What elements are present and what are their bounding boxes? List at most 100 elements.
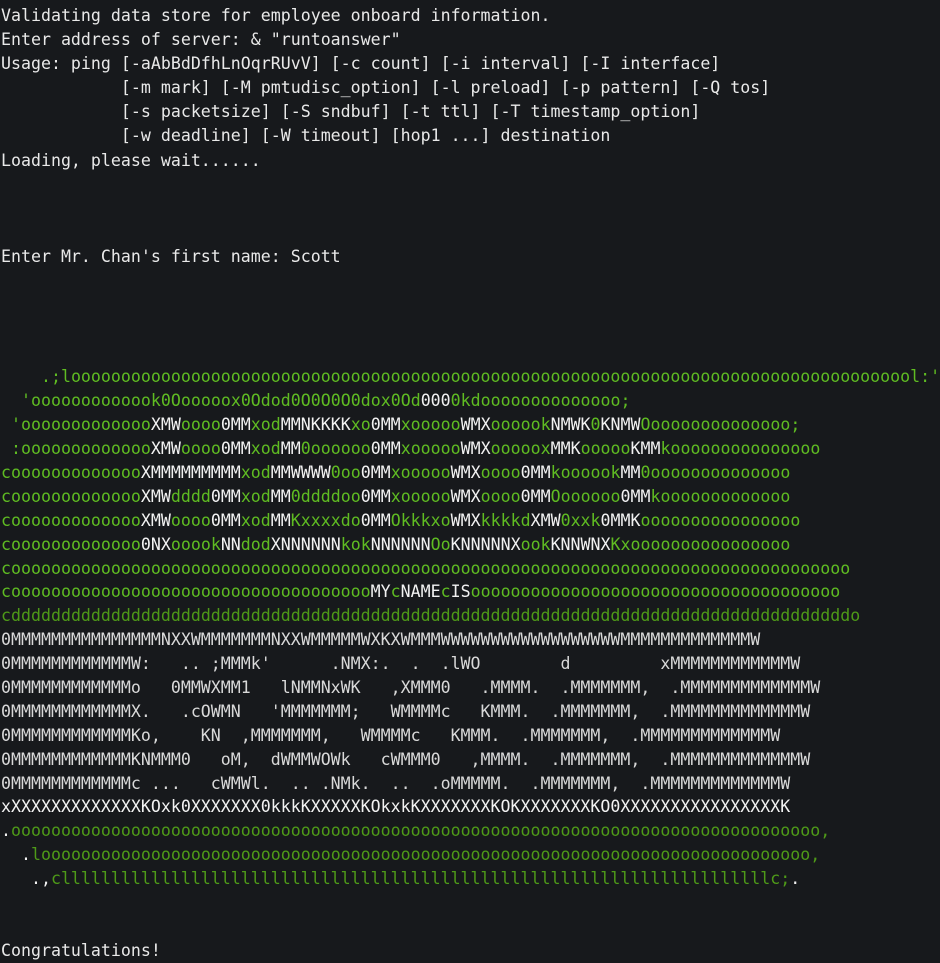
ascii-run: xod bbox=[240, 510, 271, 530]
ascii-run: . bbox=[1, 845, 31, 865]
ascii-run: x bbox=[230, 391, 241, 411]
ascii-art-row: cooooooooooooooooooooooooooooooooooooMYc… bbox=[0, 580, 940, 604]
ascii-run: oooooooooooooooooooooooooooooooooooo bbox=[11, 582, 371, 602]
ascii-run: oooook bbox=[490, 415, 551, 435]
output-line-usage-3: [-s packetsize] [-S sndbuf] [-t ttl] [-T… bbox=[1, 102, 701, 122]
ascii-run: oooooo bbox=[310, 439, 371, 459]
output-line-usage-2: [-m mark] [-M pmtudisc_option] [-l prelo… bbox=[1, 78, 771, 98]
ascii-art-row: cddddddddddddddddddddddddddddddddddddddd… bbox=[0, 604, 940, 628]
ascii-run: oooo bbox=[480, 462, 521, 482]
ascii-run: Kxoooooooooooooooo bbox=[610, 534, 791, 554]
ascii-run: oooo bbox=[480, 486, 521, 506]
ascii-run: xod bbox=[250, 439, 281, 459]
ascii-run: WMX bbox=[460, 439, 491, 459]
ascii-run: ooooooooooooooooooooooooooooooooooooo bbox=[470, 582, 841, 602]
ascii-art-row: cooooooooooooo0NXooookNNdodXNNNNNNkokNNN… bbox=[0, 533, 940, 557]
ascii-run: c bbox=[1, 606, 11, 626]
ascii-run: 0MMK bbox=[600, 510, 641, 530]
output-line-usage-4: [-w deadline] [-W timeout] [hop1 ...] de… bbox=[1, 126, 611, 146]
ascii-art-row: .;looooooooooooooooooooooooooooooooooooo… bbox=[0, 365, 940, 389]
prompt-value: Scott bbox=[290, 246, 341, 266]
ascii-run: KNNNNNX bbox=[450, 534, 521, 554]
ascii-run: dddd bbox=[170, 486, 211, 506]
ascii-art-row: .,clllllllllllllllllllllllllllllllllllll… bbox=[0, 867, 940, 891]
ascii-run: xod bbox=[240, 486, 271, 506]
ascii-run: koooook bbox=[550, 462, 621, 482]
ascii-run: 0MM bbox=[520, 486, 551, 506]
ascii-art-row: coooooooooooooXMWdddd0MMxodMM0ddddoo0MMx… bbox=[0, 485, 940, 509]
ascii-run: c bbox=[1, 462, 11, 482]
ascii-run: clllllllllllllllllllllllllllllllllllllll… bbox=[50, 869, 791, 889]
ascii-run: kd bbox=[460, 391, 481, 411]
ascii-run: WMX bbox=[450, 462, 481, 482]
ascii-run: 0O bbox=[390, 391, 411, 411]
ascii-art-row: 'oooooooooooooXMWoooo0MMxodMMNKKKKxo0MMx… bbox=[0, 413, 940, 437]
ascii-run: WMX bbox=[460, 415, 491, 435]
ascii-run: c bbox=[440, 582, 451, 602]
ascii-run: oooooooooooooo bbox=[480, 391, 621, 411]
ascii-art-row: xXXXXXXXXXXXXXKOxk0XXXXXXX0kkkKXXXXXKOkx… bbox=[0, 795, 940, 819]
ascii-run: 0NX bbox=[140, 534, 171, 554]
prompt-line[interactable]: Enter Mr. Chan's first name: Scott bbox=[0, 245, 940, 269]
ascii-run: xooooo bbox=[400, 439, 461, 459]
ascii-run: oooo bbox=[180, 415, 221, 435]
ascii-run: k bbox=[150, 391, 161, 411]
ascii-run: NAME bbox=[400, 582, 441, 602]
ascii-run: xooooo bbox=[400, 415, 461, 435]
ascii-run: ; bbox=[620, 391, 631, 411]
output-line-enter-address: Enter address of server: & "runtoanswer" bbox=[1, 30, 401, 50]
ascii-run: MMWWWW bbox=[270, 462, 331, 482]
ascii-run: oooo bbox=[180, 439, 221, 459]
ascii-run: d bbox=[410, 391, 421, 411]
prompt-label: Enter Mr. Chan's first name: bbox=[1, 246, 291, 266]
ascii-run: 0MMMMMMMMMMMMo 0MMWXMM1 lNMMNxWK ,XMMM0 … bbox=[1, 677, 821, 697]
ascii-run: ooooooooooooo bbox=[20, 415, 151, 435]
ascii-art-row: cooooooooooooooooooooooooooooooooooooooo… bbox=[0, 557, 940, 581]
ascii-run: ooooox bbox=[490, 439, 551, 459]
ascii-run: 0MM bbox=[210, 510, 241, 530]
ascii-run: c bbox=[1, 582, 11, 602]
ascii-run: xXXXXXXXXXXXXXKOxk0XXXXXXX0kkkKXXXXXKOkx… bbox=[1, 797, 791, 817]
ascii-run: NN bbox=[220, 534, 241, 554]
ascii-run: MM bbox=[280, 439, 301, 459]
ascii-art-row: :oooooooooooooXMWoooo0MMxodMM0oooooo0MMx… bbox=[0, 437, 940, 461]
ascii-run: . bbox=[790, 869, 801, 889]
ascii-run: ook bbox=[520, 534, 551, 554]
ascii-run: oooooooooooooooooooooooooooooooooooooooo… bbox=[70, 367, 921, 387]
ascii-run: XNNNNNN bbox=[270, 534, 341, 554]
ascii-run: XMW bbox=[150, 439, 181, 459]
ascii-art-name-badge: .;looooooooooooooooooooooooooooooooooooo… bbox=[0, 365, 940, 891]
ascii-run: WMX bbox=[450, 510, 481, 530]
ascii-run: oooooooooooooooo bbox=[640, 510, 801, 530]
ascii-run: :' bbox=[920, 367, 940, 387]
ascii-run: ooook bbox=[170, 534, 221, 554]
ascii-art-row: 0MMMMMMMMMMMMW: .. ;MMMk' .NMX:. . .lWO … bbox=[0, 652, 940, 676]
ascii-run: MMK bbox=[550, 439, 581, 459]
ascii-art-row: .loooooooooooooooooooooooooooooooooooooo… bbox=[0, 843, 940, 867]
ascii-run: 0O0O0O0 bbox=[290, 391, 361, 411]
ascii-run: 0MM bbox=[220, 415, 251, 435]
ascii-run: oooooooooooo bbox=[30, 391, 151, 411]
terminal-window[interactable]: Validating data store for employee onboa… bbox=[0, 0, 940, 960]
ascii-run: c bbox=[1, 558, 11, 578]
ascii-run: ' bbox=[1, 415, 21, 435]
ascii-run: . bbox=[1, 821, 11, 841]
ascii-run: MM bbox=[270, 510, 291, 530]
ascii-run: 0oo bbox=[330, 462, 361, 482]
ascii-run: .;l bbox=[1, 367, 71, 387]
ascii-run: 0MM bbox=[620, 486, 651, 506]
ascii-art-row: coooooooooooooXMMMMMMMMMxodMMWWWW0oo0MMx… bbox=[0, 461, 940, 485]
ascii-run: 0O bbox=[240, 391, 261, 411]
ascii-run: Ooooooo bbox=[550, 486, 621, 506]
ascii-art-row: 'ooooooooooook0Oooooox0Odod0O0O0O0dox0Od… bbox=[0, 389, 940, 413]
ascii-run: MM bbox=[270, 486, 291, 506]
ascii-run: Kxxxxdo bbox=[290, 510, 361, 530]
ascii-run: 0 bbox=[590, 415, 601, 435]
ascii-run: xo bbox=[350, 415, 371, 435]
ascii-run: 0O bbox=[160, 391, 181, 411]
ascii-run: c bbox=[390, 582, 401, 602]
